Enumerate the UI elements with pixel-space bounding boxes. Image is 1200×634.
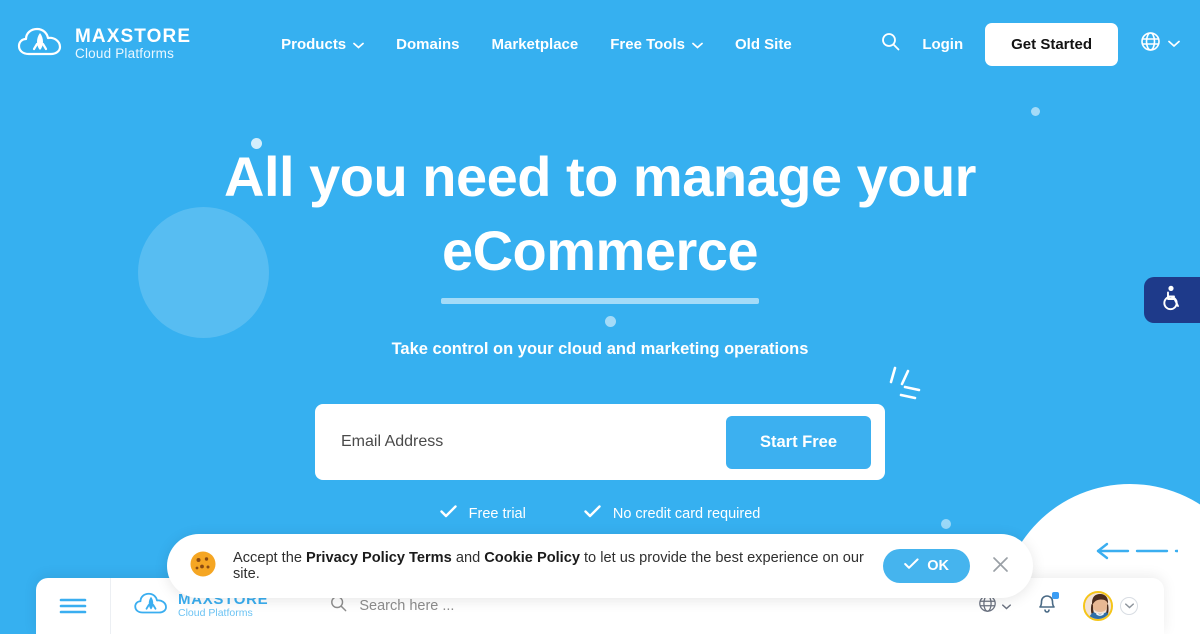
- chevron-down-icon: [692, 36, 703, 53]
- nav-item-free-tools[interactable]: Free Tools: [610, 36, 703, 53]
- chevron-down-icon: [1120, 597, 1138, 615]
- privacy-policy-link[interactable]: Privacy Policy Terms: [306, 550, 452, 566]
- cookie-accept-button[interactable]: OK: [883, 549, 970, 583]
- nav-label: Domains: [396, 35, 460, 53]
- search-icon[interactable]: [881, 32, 900, 56]
- close-icon: [992, 556, 1009, 576]
- language-selector[interactable]: [1140, 31, 1180, 57]
- hero-subtitle: Take control on your cloud and marketing…: [391, 339, 809, 358]
- perk-no-credit-card: No credit card required: [584, 505, 761, 522]
- wheelchair-icon: [1160, 285, 1184, 316]
- logo-subtitle: Cloud Platforms: [75, 45, 175, 61]
- nav-label: Products: [281, 35, 347, 53]
- back-arrow-icon: [1094, 540, 1180, 562]
- perk-label: Free trial: [468, 505, 526, 522]
- nav-label: Marketplace: [491, 35, 579, 53]
- chevron-down-icon: [1168, 35, 1180, 53]
- signup-form: Start Free: [315, 404, 885, 480]
- notification-badge: [1052, 592, 1059, 599]
- nav-item-old-site[interactable]: Old Site: [735, 36, 792, 53]
- header-actions: Login Get Started: [881, 22, 1180, 66]
- search-icon[interactable]: [330, 595, 347, 617]
- cloud-rocket-icon: [16, 24, 64, 65]
- nav-label: Free Tools: [610, 35, 685, 53]
- cookie-close-button[interactable]: [986, 550, 1015, 582]
- check-icon: [439, 505, 457, 522]
- start-free-button[interactable]: Start Free: [725, 415, 871, 469]
- cookie-consent-banner: Accept the Privacy Policy Terms and Cook…: [167, 534, 1033, 598]
- cookie-accept-label: OK: [927, 558, 949, 574]
- perk-label: No credit card required: [612, 505, 761, 522]
- logo-title: MAXSTORE: [75, 25, 192, 47]
- decorative-dot: [1031, 107, 1040, 116]
- nav-label: Old Site: [734, 35, 792, 53]
- check-icon: [584, 505, 601, 522]
- notification-button[interactable]: [1037, 592, 1059, 619]
- login-link[interactable]: Login: [922, 36, 963, 53]
- nav-item-domains[interactable]: Domains: [396, 36, 459, 53]
- hero-perks: Free trial No credit card required: [0, 505, 1200, 522]
- sparkle-icon: [882, 365, 926, 407]
- cookie-text-part2: and: [451, 550, 485, 566]
- avatar: [1083, 591, 1113, 621]
- headline-underline: [440, 297, 760, 304]
- nav-item-products[interactable]: Products: [281, 35, 365, 53]
- hero-section: All you need to manage your eCommerce Ta…: [0, 140, 1200, 359]
- accessibility-widget-button[interactable]: [1144, 277, 1200, 323]
- headline-line-1: All you need to manage your: [224, 145, 976, 208]
- email-field[interactable]: [341, 433, 726, 451]
- main-navigation: Products Domains Marketplace Free Tools …: [281, 36, 792, 53]
- app-search: [330, 595, 580, 617]
- cloud-rocket-icon: [133, 590, 169, 622]
- cookie-icon: [189, 550, 217, 583]
- cookie-banner-text: Accept the Privacy Policy Terms and Cook…: [233, 550, 867, 582]
- perk-free-trial: Free trial: [439, 505, 526, 522]
- hamburger-menu-icon[interactable]: [36, 597, 110, 615]
- user-menu[interactable]: [1083, 591, 1138, 621]
- nav-item-marketplace[interactable]: Marketplace: [492, 36, 579, 53]
- cookie-policy-link[interactable]: Cookie Policy: [484, 550, 580, 566]
- check-icon: [904, 558, 919, 574]
- page-title: All you need to manage your eCommerce: [0, 140, 1200, 304]
- cookie-text-part1: Accept the: [233, 550, 307, 566]
- app-logo-subtitle: Cloud Platforms: [178, 607, 253, 620]
- site-logo[interactable]: MAXSTORE Cloud Platforms: [16, 24, 191, 65]
- search-input[interactable]: [359, 598, 580, 614]
- headline-line-2: eCommerce: [441, 218, 759, 282]
- chevron-down-icon: [353, 36, 365, 53]
- get-started-button[interactable]: Get Started: [985, 22, 1118, 66]
- globe-icon: [1140, 31, 1161, 57]
- chevron-down-icon: [1002, 597, 1011, 615]
- site-header: MAXSTORE Cloud Platforms Products Domain…: [0, 0, 1200, 88]
